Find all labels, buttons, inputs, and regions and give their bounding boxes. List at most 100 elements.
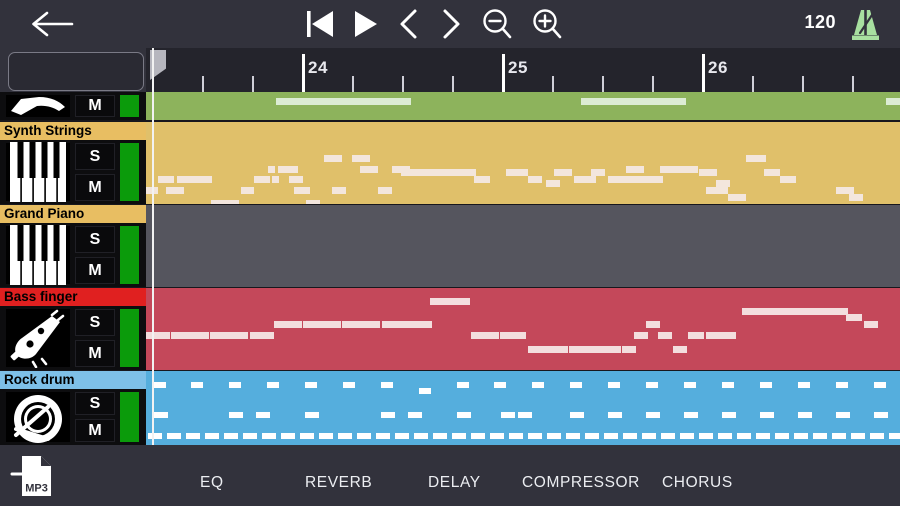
midi-note[interactable] [211,200,239,204]
midi-note[interactable] [722,382,734,388]
midi-note[interactable] [243,433,257,439]
midi-note[interactable] [870,433,884,439]
track-title[interactable]: Grand Piano [0,205,146,223]
solo-button[interactable]: S [75,392,115,415]
midi-note[interactable] [272,176,279,183]
midi-note[interactable] [874,382,886,388]
midi-note[interactable] [474,176,490,183]
midi-note[interactable] [376,433,390,439]
midi-note[interactable] [772,308,810,315]
midi-note[interactable] [569,346,621,353]
midi-note[interactable] [764,169,780,176]
midi-note[interactable] [167,433,181,439]
midi-note[interactable] [570,382,582,388]
midi-note[interactable] [305,382,317,388]
fx-delay[interactable]: DELAY [428,466,481,500]
back-button[interactable] [24,6,80,42]
midi-note[interactable] [716,180,730,187]
midi-note[interactable] [661,433,675,439]
midi-note[interactable] [419,388,431,394]
midi-note[interactable] [324,155,342,162]
track-clip-region[interactable] [146,92,900,120]
midi-note[interactable] [146,332,170,339]
volume-slider[interactable] [120,226,139,284]
midi-note[interactable] [728,194,746,201]
midi-note[interactable] [680,433,694,439]
midi-note[interactable] [506,169,528,176]
midi-note[interactable] [501,412,515,418]
midi-note[interactable] [874,412,888,418]
zoom-in-button[interactable] [531,7,563,41]
mute-button[interactable]: M [75,257,115,284]
midi-note[interactable] [319,433,333,439]
volume-slider[interactable] [120,392,139,442]
midi-note[interactable] [528,176,542,183]
midi-note[interactable] [177,176,212,183]
midi-note[interactable] [813,433,827,439]
zoom-out-button[interactable] [481,7,513,41]
midi-note[interactable] [532,382,544,388]
midi-note[interactable] [608,176,663,183]
midi-note[interactable] [408,412,422,418]
midi-note[interactable] [268,166,275,173]
mute-button[interactable]: M [75,95,115,117]
midi-note[interactable] [281,433,295,439]
midi-note[interactable] [780,176,796,183]
midi-note[interactable] [171,332,209,339]
instrument-icon-button[interactable] [6,392,70,443]
midi-note[interactable] [518,412,532,418]
midi-note[interactable] [699,169,717,176]
midi-note[interactable] [673,346,687,353]
midi-note[interactable] [289,176,303,183]
midi-note[interactable] [706,332,736,339]
midi-note[interactable] [684,412,698,418]
midi-note[interactable] [623,433,637,439]
midi-note[interactable] [566,433,580,439]
midi-note[interactable] [210,332,248,339]
volume-slider[interactable] [120,95,139,117]
midi-note[interactable] [457,412,471,418]
play-button[interactable] [353,8,379,40]
midi-note[interactable] [608,412,622,418]
midi-note[interactable] [760,382,772,388]
mute-button[interactable]: M [75,174,115,201]
midi-note[interactable] [338,433,352,439]
midi-note[interactable] [864,321,878,328]
midi-note[interactable] [794,433,808,439]
fx-compressor[interactable]: COMPRESSOR [522,466,640,500]
solo-button[interactable]: S [75,309,115,336]
midi-note[interactable] [158,176,174,183]
midi-note[interactable] [490,433,504,439]
midi-note[interactable] [608,382,620,388]
midi-note[interactable] [342,321,380,328]
midi-note[interactable] [224,433,238,439]
midi-note[interactable] [357,433,371,439]
track-clip-region[interactable] [146,288,900,370]
midi-note[interactable] [574,176,596,183]
midi-note[interactable] [547,433,561,439]
midi-note[interactable] [760,412,774,418]
midi-note[interactable] [722,412,736,418]
midi-note[interactable] [494,382,506,388]
midi-note[interactable] [471,332,499,339]
project-name-input[interactable] [8,52,144,91]
instrument-icon-button[interactable] [6,142,70,202]
midi-note[interactable] [798,412,812,418]
midi-note[interactable] [278,166,298,173]
midi-note[interactable] [832,433,846,439]
midi-note[interactable] [554,169,572,176]
midi-note[interactable] [300,433,314,439]
midi-note[interactable] [570,412,584,418]
midi-note[interactable] [836,412,850,418]
midi-note[interactable] [775,433,789,439]
midi-note[interactable] [849,194,863,201]
midi-note[interactable] [836,187,854,194]
midi-note[interactable] [154,382,166,388]
timeline-ruler[interactable]: 24 25 26 [146,48,900,92]
midi-note[interactable] [154,412,168,418]
export-mp3-button[interactable]: MP3 [8,452,56,500]
instrument-icon-button[interactable] [6,309,70,368]
midi-note[interactable] [166,187,184,194]
midi-note[interactable] [229,382,241,388]
midi-note[interactable] [626,166,644,173]
